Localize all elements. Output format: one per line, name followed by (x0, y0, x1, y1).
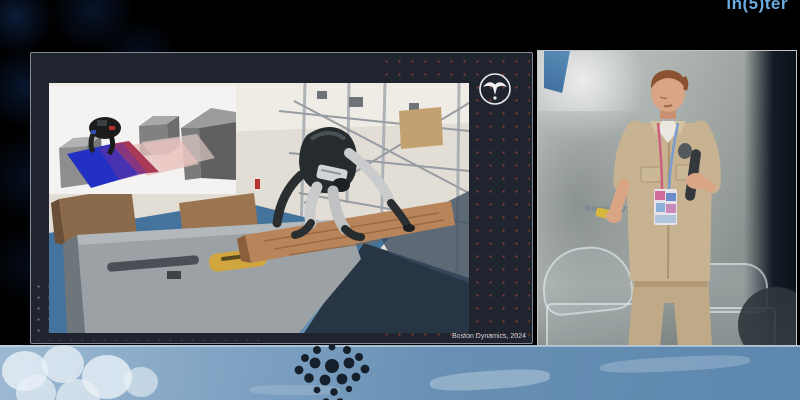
bird-in-circle-icon (478, 72, 512, 106)
aerial-backdrop (0, 345, 800, 400)
livestream-frame: in(5)ter (0, 0, 800, 400)
cloud-circle (124, 367, 158, 397)
simulation-inset (49, 86, 236, 194)
slide-panel: Boston Dynamics, 2024 (30, 52, 533, 344)
cloud-circle (42, 345, 84, 383)
presenter (538, 51, 797, 346)
robot-video (49, 83, 469, 333)
coast-patch (600, 353, 751, 375)
conference-brand-logo: in(5)ter (726, 0, 788, 14)
coast-patch (430, 367, 551, 393)
simulation-scene (49, 86, 236, 194)
slide-caption: Boston Dynamics, 2024 (452, 333, 526, 340)
presenter-video: Boston Dynamics (537, 50, 797, 346)
dot-sphere-motif (292, 341, 376, 400)
